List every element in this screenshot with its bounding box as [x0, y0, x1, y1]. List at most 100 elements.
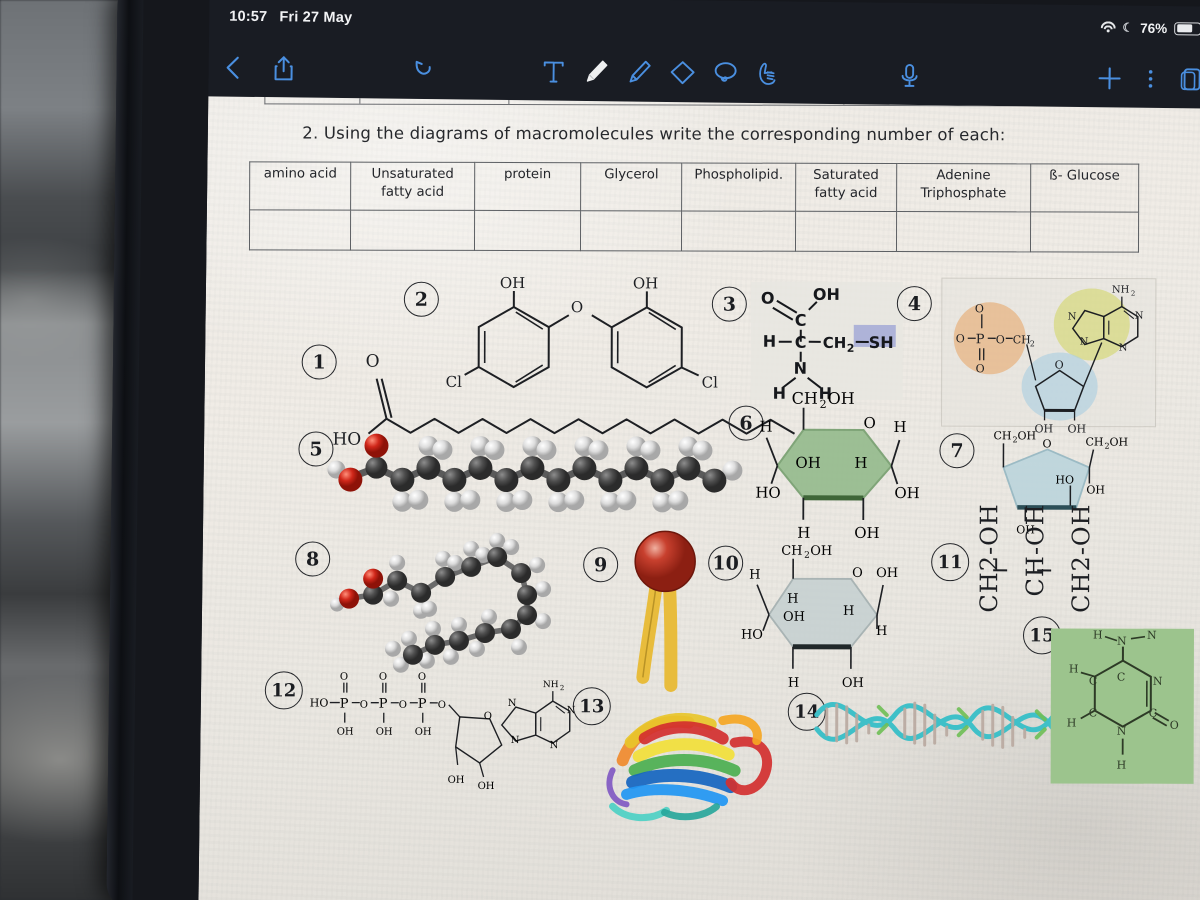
- status-bar-right: ☾ 76%: [1100, 20, 1200, 36]
- tablet-screen: 10:57 Fri 27 May ☾ 76% 2. Using the diag…: [198, 0, 1200, 900]
- molecule-5-saturated-fatty-acid-3d: [327, 433, 743, 513]
- battery-icon: [1174, 21, 1200, 35]
- svg-text:N: N: [1147, 629, 1157, 642]
- table-answer-cell[interactable]: [1030, 211, 1139, 253]
- table-header-cell: Adenine Triphosphate: [896, 163, 1031, 212]
- svg-text:OH: OH: [1109, 436, 1128, 449]
- table-header-cell: Glycerol: [580, 162, 683, 211]
- moon-icon: ☾: [1122, 20, 1134, 35]
- svg-text:OH: OH: [500, 274, 525, 292]
- svg-text:O: O: [418, 672, 426, 683]
- svg-text:2: 2: [560, 684, 564, 692]
- pages-icon[interactable]: [1178, 65, 1200, 93]
- table-answer-cell[interactable]: [681, 210, 796, 252]
- svg-text:H: H: [797, 524, 810, 542]
- table-answer-cell[interactable]: [474, 210, 581, 251]
- molecule-9-phospholipid: [634, 530, 696, 692]
- plus-icon[interactable]: [1096, 64, 1122, 92]
- svg-text:HO: HO: [755, 484, 780, 502]
- svg-text:Cl: Cl: [702, 374, 719, 392]
- svg-text:H: H: [1093, 629, 1103, 642]
- svg-text:OH: OH: [813, 285, 840, 304]
- share-icon[interactable]: [272, 55, 294, 82]
- text-tool-icon[interactable]: [540, 57, 566, 85]
- svg-text:OH: OH: [376, 727, 393, 738]
- table-answer-cell[interactable]: [795, 211, 897, 252]
- svg-text:O: O: [864, 414, 876, 432]
- undo-icon[interactable]: [411, 57, 435, 82]
- svg-text:O: O: [761, 289, 775, 308]
- svg-text:SH: SH: [869, 333, 894, 352]
- molecule-number-12: 12: [264, 671, 303, 710]
- svg-text:H: H: [760, 418, 773, 436]
- molecule-13-protein-ribbon: [606, 712, 773, 822]
- wifi-icon: [1100, 21, 1116, 33]
- svg-text:OH: OH: [810, 544, 832, 559]
- table-answer-cell[interactable]: [249, 209, 351, 251]
- svg-text:OH: OH: [854, 524, 879, 542]
- svg-text:N: N: [1153, 675, 1163, 688]
- status-bar-left: 10:57 Fri 27 May: [229, 9, 352, 27]
- table-answer-cell[interactable]: [350, 210, 475, 251]
- svg-text:C: C: [795, 333, 807, 352]
- svg-text:CH: CH: [781, 544, 802, 559]
- svg-text:N: N: [508, 698, 517, 709]
- hand-tool-icon[interactable]: [755, 60, 781, 88]
- svg-text:Cl: Cl: [446, 373, 463, 391]
- answer-table: amino acid Unsaturated fatty acid protei…: [249, 161, 1139, 253]
- glycerol-ch2oh-top: CH2-OH: [975, 503, 1004, 613]
- svg-text:H: H: [1069, 662, 1079, 675]
- glycerol-choh-mid: CH-OH: [1021, 503, 1050, 597]
- table-answer-row: [249, 209, 1139, 253]
- molecule-12-atp: HO P O OH O P O OH O P O OH O O OH OH N …: [310, 672, 576, 792]
- svg-text:OH: OH: [1017, 429, 1036, 442]
- lasso-tool-icon[interactable]: [712, 60, 738, 88]
- table-header-row: amino acid Unsaturated fatty acid protei…: [249, 161, 1139, 213]
- molecule-diagram-area: 1 HO O 2 OH Cl O OH Cl 3 O OH C H C CH 2…: [202, 274, 1200, 900]
- svg-text:O: O: [399, 700, 407, 711]
- svg-text:O: O: [379, 672, 387, 683]
- svg-text:OH: OH: [478, 781, 495, 792]
- svg-text:H: H: [843, 604, 854, 619]
- table-answer-cell[interactable]: [580, 210, 682, 251]
- table-answer-cell[interactable]: [896, 211, 1031, 252]
- svg-text:HO: HO: [741, 628, 763, 643]
- svg-text:N: N: [794, 359, 807, 378]
- svg-text:O: O: [1055, 358, 1064, 371]
- svg-text:H: H: [1117, 759, 1127, 772]
- svg-text:OH: OH: [795, 454, 820, 472]
- molecule-number-3: 3: [711, 286, 747, 322]
- highlighter-tool-icon[interactable]: [626, 58, 652, 86]
- tablet-device: 10:57 Fri 27 May ☾ 76% 2. Using the diag…: [106, 0, 1200, 900]
- svg-text:O: O: [1042, 437, 1051, 450]
- svg-text:O: O: [852, 566, 863, 581]
- table-header-cell: ß- Glucose: [1030, 163, 1139, 213]
- eraser-tool-icon[interactable]: [669, 59, 695, 87]
- svg-text:P: P: [418, 697, 427, 712]
- svg-text:CH: CH: [1085, 436, 1103, 449]
- svg-text:OH: OH: [633, 274, 658, 292]
- svg-text:C: C: [1117, 671, 1125, 684]
- svg-text:O: O: [340, 672, 348, 683]
- svg-text:C: C: [795, 311, 807, 330]
- svg-text:2: 2: [820, 398, 827, 411]
- svg-text:O: O: [976, 362, 985, 375]
- svg-text:H: H: [854, 454, 867, 472]
- notebook-page: 2. Using the diagrams of macromolecules …: [198, 96, 1200, 900]
- chevron-left-icon[interactable]: [222, 55, 242, 81]
- microphone-icon[interactable]: [898, 62, 920, 90]
- molecule-number-7: 7: [939, 433, 975, 469]
- svg-text:2: 2: [847, 342, 855, 355]
- molecule-number-10: 10: [708, 545, 744, 581]
- molecule-4-adenosine-monophosphate: O O P O CH 2 O O OH OH N N N N NH 2: [941, 277, 1157, 436]
- svg-text:OH: OH: [415, 727, 432, 738]
- svg-text:P: P: [379, 697, 388, 712]
- svg-text:O: O: [571, 298, 583, 316]
- pen-tool-icon[interactable]: [583, 58, 609, 86]
- svg-text:O: O: [366, 352, 380, 372]
- svg-text:N: N: [1117, 635, 1127, 648]
- svg-text:OH: OH: [448, 775, 465, 786]
- status-date: Fri 27 May: [279, 9, 353, 27]
- svg-text:N: N: [1117, 725, 1127, 738]
- more-options-icon[interactable]: [1146, 65, 1154, 93]
